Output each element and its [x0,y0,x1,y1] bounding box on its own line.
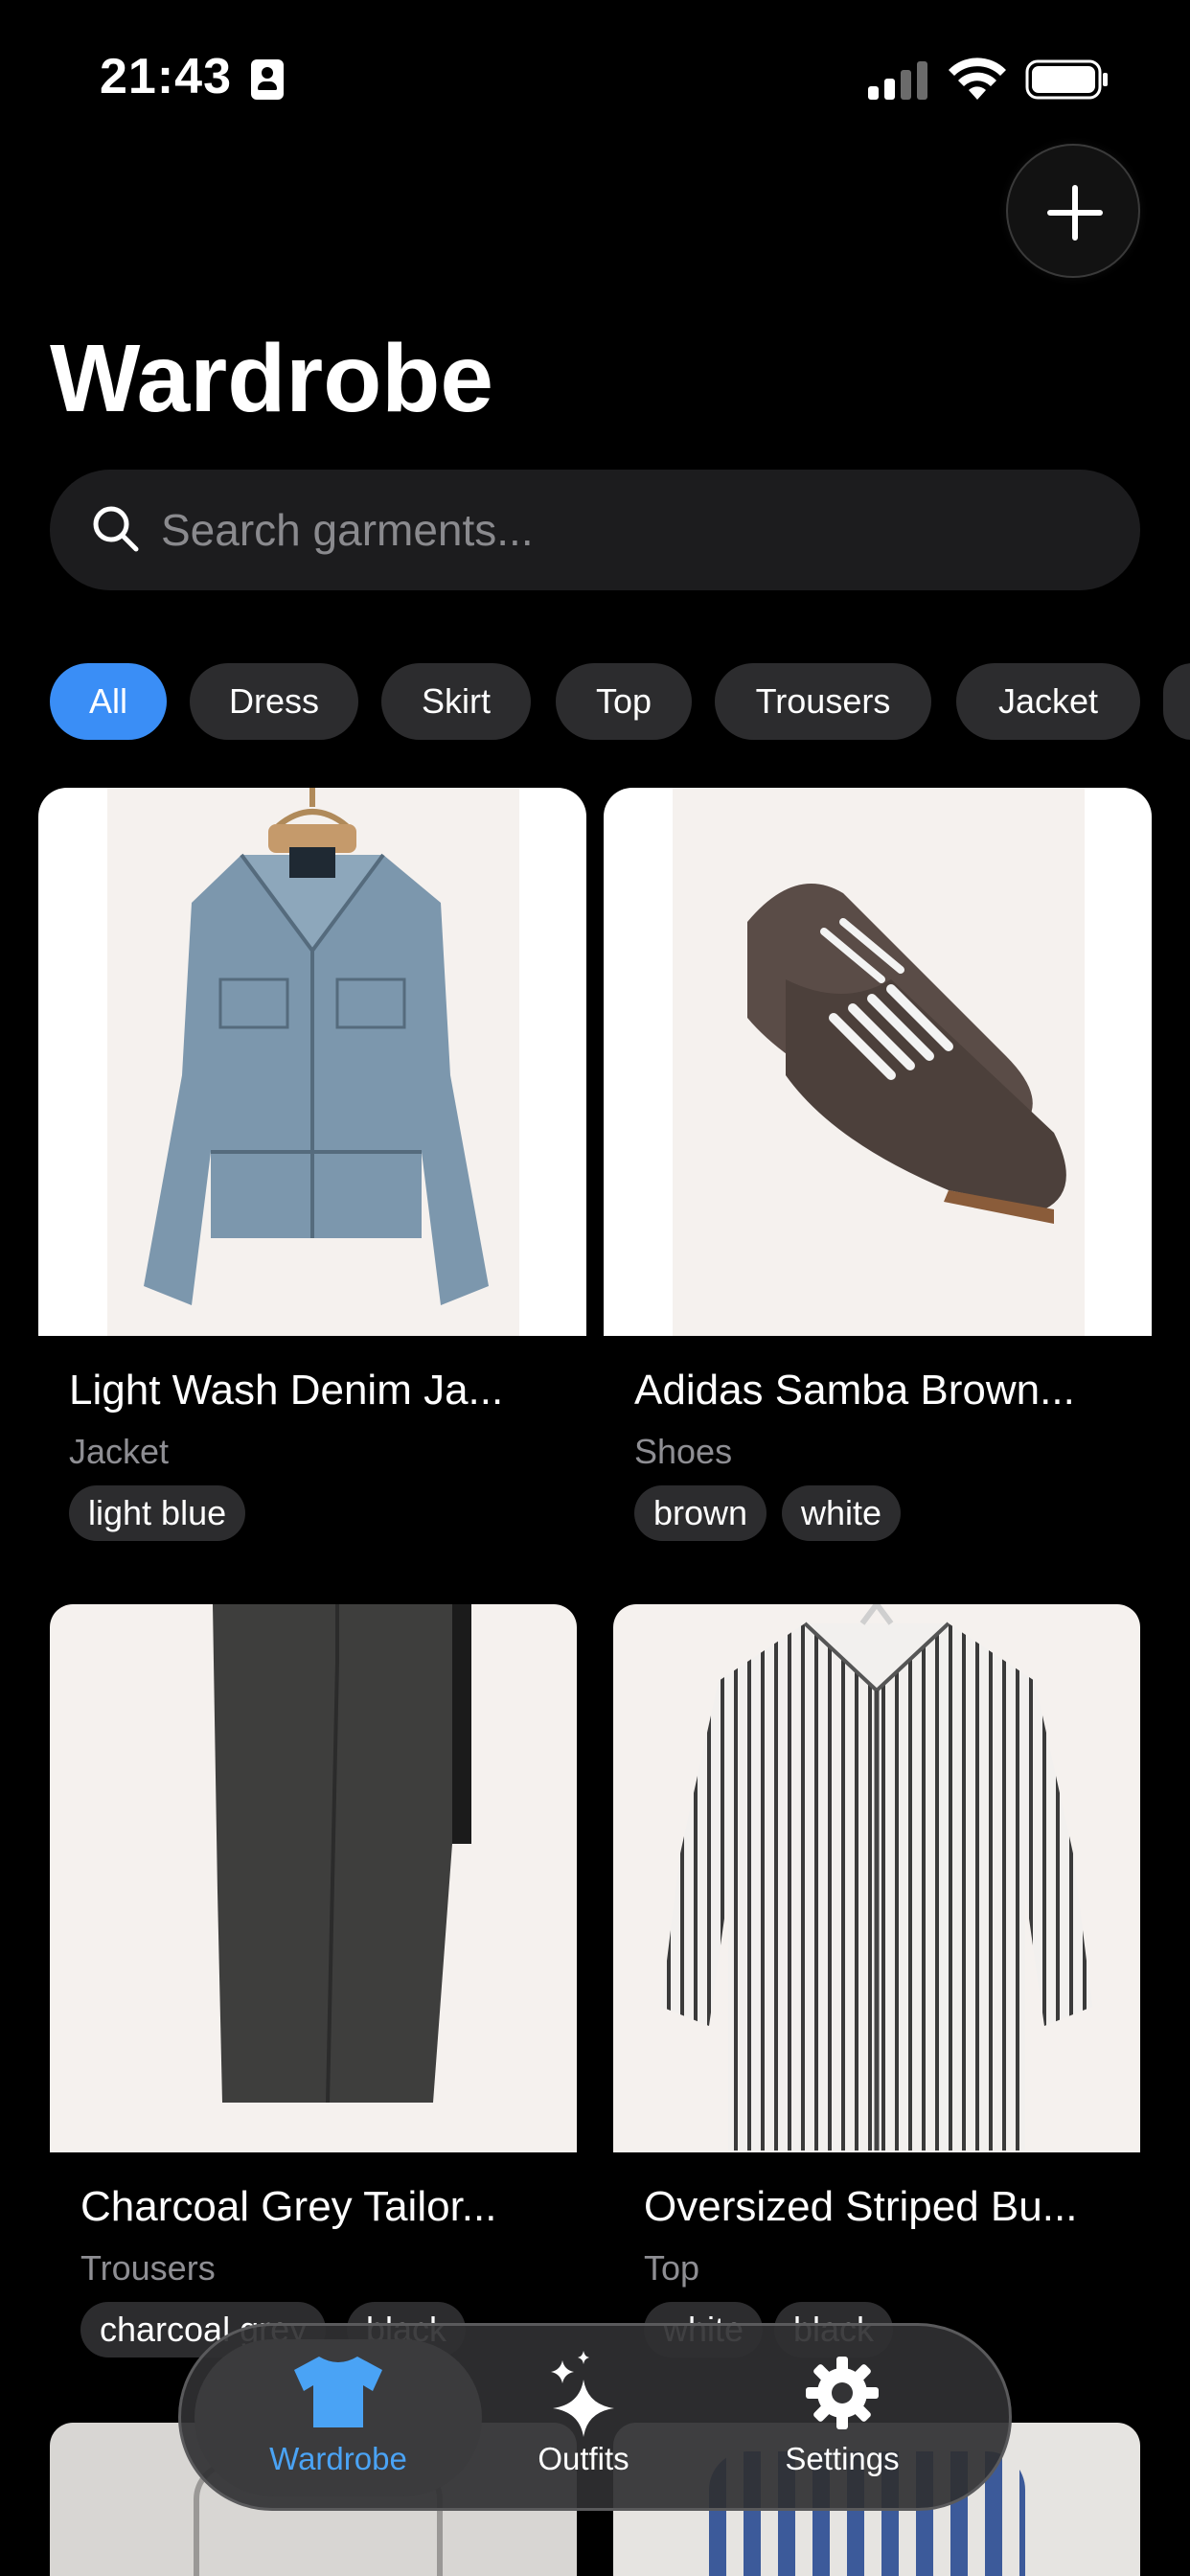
color-tag: light blue [69,1485,246,1541]
battery-icon [1025,59,1108,100]
tab-bar: Wardrobe Outfits Settings [178,2323,1012,2511]
garment-photo [604,788,1152,1336]
tshirt-icon [294,2357,382,2427]
page-title: Wardrobe [50,325,493,432]
category-filter-bar[interactable]: All Dress Skirt Top Trousers Jacket [50,663,1190,740]
filter-chip-dress[interactable]: Dress [190,663,358,740]
garment-category: Shoes [634,1432,733,1471]
add-garment-button[interactable] [1006,144,1140,278]
status-bar: 21:43 [0,0,1190,153]
wifi-icon [949,58,1006,100]
tab-settings[interactable]: Settings [756,2326,928,2508]
garment-photo [50,1604,577,2152]
garment-card[interactable]: Adidas Samba Brown... Shoes brown white [604,788,1152,1554]
sparkles-icon [551,2351,614,2437]
garment-name: Charcoal Grey Tailor... [80,2183,497,2230]
contact-card-icon [251,59,284,100]
garment-category: Trousers [80,2248,216,2288]
tab-label: Outfits [538,2441,629,2476]
color-tag: brown [634,1485,767,1541]
tab-label: Wardrobe [269,2441,407,2476]
garment-category: Top [644,2248,700,2288]
filter-chip-more[interactable] [1163,663,1190,740]
garment-name: Light Wash Denim Ja... [69,1367,504,1414]
tab-outfits[interactable]: Outfits [507,2326,660,2508]
garment-category: Jacket [69,1432,170,1471]
plus-icon [1047,185,1103,241]
filter-chip-top[interactable]: Top [556,663,692,740]
search-bar[interactable] [50,470,1140,590]
search-input[interactable] [161,470,1100,590]
garment-photo [38,788,586,1336]
tab-wardrobe[interactable]: Wardrobe [195,2339,482,2496]
tab-label: Settings [785,2441,900,2476]
garment-photo [613,1604,1140,2152]
garment-card[interactable]: Charcoal Grey Tailor... Trousers charcoa… [50,1604,577,2358]
filter-chip-trousers[interactable]: Trousers [715,663,931,740]
status-time: 21:43 [100,49,232,104]
filter-chip-skirt[interactable]: Skirt [381,663,531,740]
garment-name: Oversized Striped Bu... [644,2183,1078,2230]
filter-chip-all[interactable]: All [50,663,167,740]
garment-name: Adidas Samba Brown... [634,1367,1075,1414]
search-icon [93,506,139,552]
filter-chip-jacket[interactable]: Jacket [956,663,1140,740]
gear-icon [806,2357,879,2429]
garment-card[interactable]: Oversized Striped Bu... Top white black [613,1604,1140,2358]
garment-card[interactable]: Light Wash Denim Ja... Jacket light blue [38,788,586,1554]
cellular-signal-icon [868,61,929,100]
color-tag: white [782,1485,902,1541]
